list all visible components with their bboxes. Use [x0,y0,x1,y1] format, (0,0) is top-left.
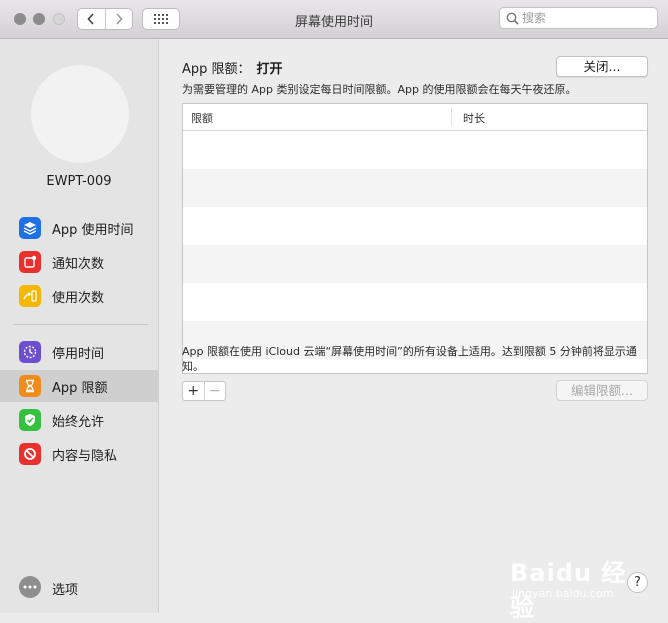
options-button[interactable]: 选项 [52,579,78,598]
pickup-icon [19,285,41,307]
column-header-duration[interactable]: 时长 [463,110,485,126]
help-button[interactable]: ? [627,572,648,593]
app-limits-status: App 限额： 打开 [182,58,283,77]
sidebar-item-notifications[interactable]: 通知次数 [0,246,158,278]
sidebar-item-downtime[interactable]: 停用时间 [0,336,158,368]
chevron-left-icon [87,13,94,25]
minimize-window-button[interactable] [33,13,45,25]
status-value: 打开 [256,62,283,77]
sidebar-item-content-privacy[interactable]: 内容与隐私 [0,438,158,470]
search-input[interactable] [522,9,652,27]
zoom-window-button[interactable] [53,13,65,25]
sidebar: EWPT-009 App 使用时间 通知次数 使用次数 停用时间 App 限额 … [0,39,159,613]
table-row [183,283,647,321]
layers-icon [19,217,41,239]
edit-limits-button[interactable]: 编辑限额... [556,380,648,401]
sidebar-item-label: App 使用时间 [52,222,134,238]
system-preferences-window: 屏幕使用时间 EWPT-009 App 使用时间 通知次数 [0,0,668,622]
table-row [183,207,647,245]
sidebar-item-pickups[interactable]: 使用次数 [0,280,158,312]
search-field[interactable] [499,7,658,29]
footnote: App 限额在使用 iCloud 云端“屏幕使用时间”的所有设备上适用。达到限额… [182,345,637,373]
close-window-button[interactable] [14,13,26,25]
sidebar-item-label: 内容与隐私 [52,448,118,464]
username: EWPT-009 [46,174,112,189]
back-button[interactable] [78,9,105,29]
sidebar-item-app-limits[interactable]: App 限额 [0,370,158,402]
notification-icon [19,251,41,273]
navigation-buttons [77,8,133,30]
title-bar: 屏幕使用时间 [0,0,668,39]
baidu-watermark: Baidu 经验 jingyan.baidu.com [510,545,630,622]
table-row [183,131,647,169]
prohibited-icon [19,443,41,465]
sidebar-item-always-allowed[interactable]: 始终允许 [0,404,158,436]
sidebar-item-label: 通知次数 [52,256,105,272]
show-all-preferences-button[interactable] [142,8,180,30]
add-limit-button[interactable]: + [183,382,204,400]
table-header: 限额 时长 [183,104,647,131]
search-icon [506,12,519,25]
more-options-icon[interactable] [19,576,41,598]
grid-icon [154,14,168,24]
downtime-icon [19,341,41,363]
description: 为需要管理的 App 类别设定每日时间限额。App 的使用限额会在每天午夜还原。 [182,83,577,96]
column-divider [451,108,452,126]
table-row [183,245,647,283]
watermark-url: jingyan.baidu.com [512,587,614,600]
chevron-right-icon [116,13,123,25]
sidebar-item-label: 停用时间 [52,346,105,362]
avatar[interactable] [31,65,129,163]
limits-table[interactable]: 限额 时长 [182,103,648,374]
window-title: 屏幕使用时间 [294,15,373,30]
turn-off-button[interactable]: 关闭... [556,56,648,77]
column-header-limit[interactable]: 限额 [191,110,213,126]
remove-limit-button[interactable]: − [203,382,226,400]
main-panel: App 限额： 打开 关闭... 为需要管理的 App 类别设定每日时间限额。Ap… [159,39,668,613]
table-row [183,169,647,207]
sidebar-item-label: 始终允许 [52,414,105,430]
sidebar-item-label: 使用次数 [52,290,105,306]
forward-button[interactable] [104,9,133,29]
add-remove-control: + − [182,381,226,401]
hourglass-icon [19,375,41,397]
checkmark-shield-icon [19,409,41,431]
sidebar-item-label: App 限额 [52,380,108,396]
sidebar-divider [14,324,148,325]
sidebar-item-app-usage[interactable]: App 使用时间 [0,212,158,244]
status-label: App 限额： [182,62,251,77]
